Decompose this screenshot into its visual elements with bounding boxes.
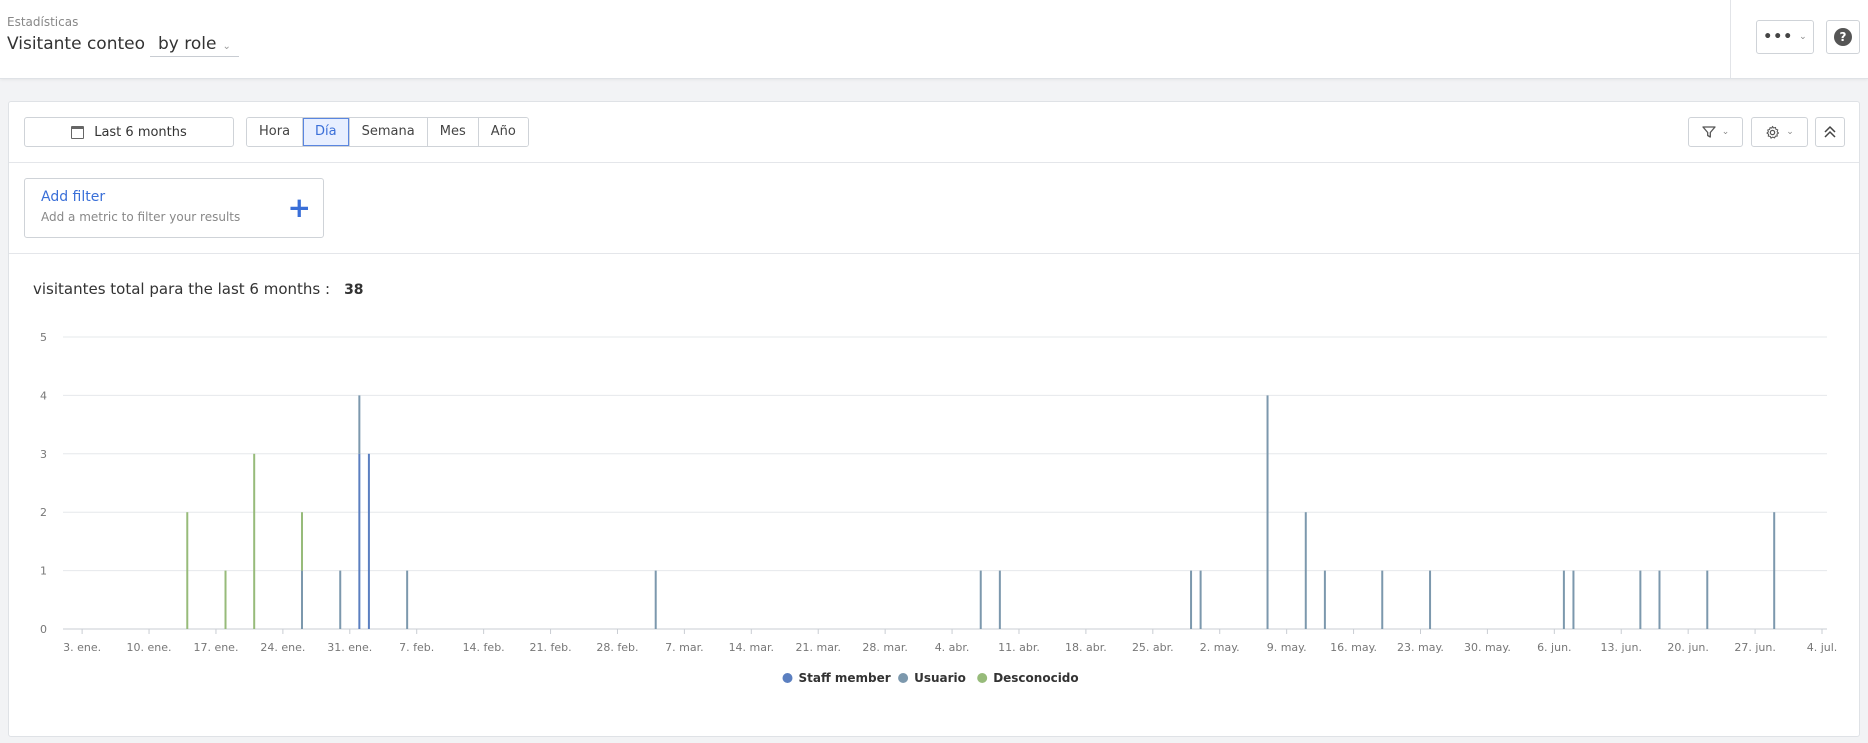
bar-usuario <box>1572 570 1575 629</box>
x-tick-label: 23. may. <box>1397 641 1444 654</box>
x-tick-label: 3. ene. <box>63 641 101 654</box>
bar-desconocido <box>224 570 227 629</box>
x-tick-label: 11. abr. <box>998 641 1040 654</box>
y-tick-label: 2 <box>40 506 47 519</box>
y-tick-label: 1 <box>40 565 47 578</box>
x-tick-label: 4. jul. <box>1807 641 1838 654</box>
bar-usuario <box>406 570 409 629</box>
page-title: Visitante conteo <box>7 34 145 54</box>
bar-usuario <box>1304 512 1307 629</box>
x-tick-label: 24. ene. <box>260 641 305 654</box>
bar-staff-member <box>367 453 370 629</box>
bar-usuario <box>1706 570 1709 629</box>
y-tick-label: 3 <box>40 448 47 461</box>
x-tick-label: 28. feb. <box>596 641 638 654</box>
header-divider <box>1730 0 1731 78</box>
x-tick-label: 7. mar. <box>665 641 703 654</box>
x-tick-label: 14. feb. <box>463 641 505 654</box>
bar-usuario <box>979 570 982 629</box>
legend-marker <box>898 673 909 683</box>
x-tick-label: 4. abr. <box>935 641 970 654</box>
x-tick-label: 6. jun. <box>1537 641 1572 654</box>
x-tick-label: 13. jun. <box>1600 641 1642 654</box>
y-tick-label: 0 <box>40 623 47 636</box>
x-tick-label: 2. may. <box>1200 641 1240 654</box>
bar-usuario <box>1562 570 1565 629</box>
view-selector-label: by role <box>158 34 217 54</box>
x-tick-label: 18. abr. <box>1065 641 1107 654</box>
bar-usuario <box>998 570 1001 629</box>
chevron-down-icon: ⌄ <box>222 41 231 52</box>
legend-label: Desconocido <box>993 671 1078 685</box>
y-tick-label: 5 <box>40 331 47 344</box>
bar-staff-member <box>358 453 361 629</box>
x-tick-label: 10. ene. <box>127 641 172 654</box>
legend-label: Usuario <box>914 671 966 685</box>
top-header: Estadísticas Visitante conteo by role ⌄ … <box>0 0 1868 79</box>
x-tick-label: 17. ene. <box>193 641 238 654</box>
bar-usuario <box>358 395 361 454</box>
view-selector[interactable]: by role ⌄ <box>150 34 239 57</box>
title-row: Visitante conteo by role ⌄ <box>7 34 239 57</box>
bar-usuario <box>1639 570 1642 629</box>
bar-desconocido <box>253 453 256 629</box>
bar-usuario <box>1658 570 1661 629</box>
bar-usuario <box>1190 570 1193 629</box>
help-button[interactable]: ? <box>1826 20 1860 54</box>
bar-usuario <box>1773 512 1776 629</box>
x-tick-label: 14. mar. <box>729 641 774 654</box>
chevron-down-icon: ⌄ <box>1799 32 1807 42</box>
breadcrumb[interactable]: Estadísticas <box>7 15 78 29</box>
x-tick-label: 20. jun. <box>1667 641 1709 654</box>
bar-usuario <box>654 570 657 629</box>
x-tick-label: 31. ene. <box>327 641 372 654</box>
x-tick-label: 7. feb. <box>399 641 434 654</box>
x-tick-label: 25. abr. <box>1132 641 1174 654</box>
bar-desconocido <box>186 512 189 629</box>
more-options-button[interactable]: ••• ⌄ <box>1756 20 1814 54</box>
bar-usuario <box>300 570 303 629</box>
bar-usuario <box>1429 570 1432 629</box>
x-tick-label: 16. may. <box>1330 641 1377 654</box>
x-tick-label: 9. may. <box>1267 641 1307 654</box>
legend-marker <box>977 673 988 683</box>
ellipsis-icon: ••• <box>1763 29 1794 45</box>
x-tick-label: 21. mar. <box>795 641 840 654</box>
legend-marker <box>782 673 793 683</box>
stats-panel: Last 6 months Hora Día Semana Mes Año ⌄ ⌄ Ad… <box>8 101 1860 737</box>
bar-usuario <box>1266 395 1269 629</box>
bar-usuario <box>1199 570 1202 629</box>
bar-desconocido <box>300 512 303 571</box>
visitor-chart: 0 1 2 3 4 5 3. ene. 10. ene. 17. ene. 24. ene. 31.… <box>40 331 1838 685</box>
y-tick-label: 4 <box>40 389 47 402</box>
help-icon: ? <box>1834 28 1852 46</box>
x-tick-label: 21. feb. <box>529 641 571 654</box>
legend-label: Staff member <box>799 671 891 685</box>
bar-usuario <box>1323 570 1326 629</box>
x-tick-label: 27. jun. <box>1734 641 1776 654</box>
x-tick-label: 28. mar. <box>862 641 907 654</box>
x-tick-label: 30. may. <box>1464 641 1511 654</box>
bar-usuario <box>1381 570 1384 629</box>
bar-usuario <box>339 570 342 629</box>
